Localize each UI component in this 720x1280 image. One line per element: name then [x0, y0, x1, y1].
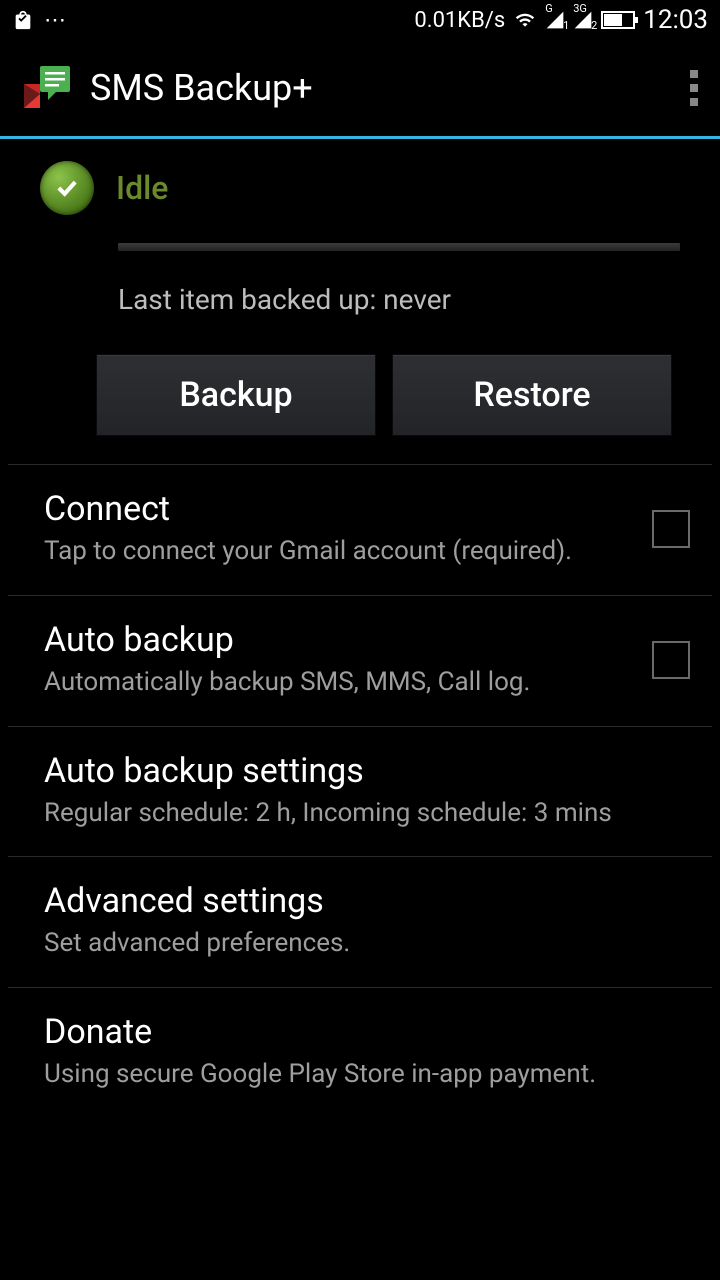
- auto-backup-settings-subtitle: Regular schedule: 2 h, Incoming schedule…: [44, 797, 690, 831]
- auto-backup-item[interactable]: Auto backup Automatically backup SMS, MM…: [8, 596, 712, 727]
- signal-1-icon: G 1: [545, 10, 565, 30]
- backup-status-section: Idle Last item backed up: never: [0, 139, 720, 326]
- data-rate-label: 0.01KB/s: [414, 8, 505, 33]
- wifi-icon: [513, 10, 537, 30]
- restore-button[interactable]: Restore: [392, 354, 672, 436]
- app-bar: SMS Backup+: [0, 40, 720, 136]
- auto-backup-title: Auto backup: [44, 620, 632, 660]
- auto-backup-settings-item[interactable]: Auto backup settings Regular schedule: 2…: [8, 727, 712, 858]
- connect-title: Connect: [44, 489, 632, 529]
- donate-subtitle: Using secure Google Play Store in-app pa…: [44, 1058, 690, 1092]
- connect-item[interactable]: Connect Tap to connect your Gmail accoun…: [8, 464, 712, 596]
- status-label: Idle: [116, 169, 168, 207]
- auto-backup-subtitle: Automatically backup SMS, MMS, Call log.: [44, 666, 632, 700]
- more-notifications-icon: ⋯: [44, 8, 67, 33]
- signal-2-icon: 3G 2: [573, 10, 593, 30]
- auto-backup-checkbox[interactable]: [652, 641, 690, 679]
- advanced-settings-subtitle: Set advanced preferences.: [44, 927, 690, 961]
- app-title: SMS Backup+: [90, 67, 313, 109]
- connect-checkbox[interactable]: [652, 510, 690, 548]
- action-button-row: Backup Restore: [0, 326, 720, 464]
- donate-title: Donate: [44, 1012, 690, 1052]
- advanced-settings-item[interactable]: Advanced settings Set advanced preferenc…: [8, 857, 712, 988]
- auto-backup-settings-title: Auto backup settings: [44, 751, 690, 791]
- clock-label: 12:03: [643, 5, 708, 35]
- overflow-menu-icon[interactable]: [690, 70, 698, 106]
- donate-item[interactable]: Donate Using secure Google Play Store in…: [8, 988, 712, 1118]
- battery-icon: [601, 11, 635, 29]
- advanced-settings-title: Advanced settings: [44, 881, 690, 921]
- shopping-bag-icon: [12, 9, 34, 31]
- app-icon: [18, 60, 74, 116]
- last-backup-label: Last item backed up: never: [118, 283, 680, 316]
- status-bar: ⋯ 0.01KB/s G 1 3G 2 12:03: [0, 0, 720, 40]
- checkmark-icon: [40, 161, 94, 215]
- backup-button[interactable]: Backup: [96, 354, 376, 436]
- settings-list: Connect Tap to connect your Gmail accoun…: [0, 464, 720, 1118]
- progress-bar: [118, 243, 680, 251]
- connect-subtitle: Tap to connect your Gmail account (requi…: [44, 535, 632, 569]
